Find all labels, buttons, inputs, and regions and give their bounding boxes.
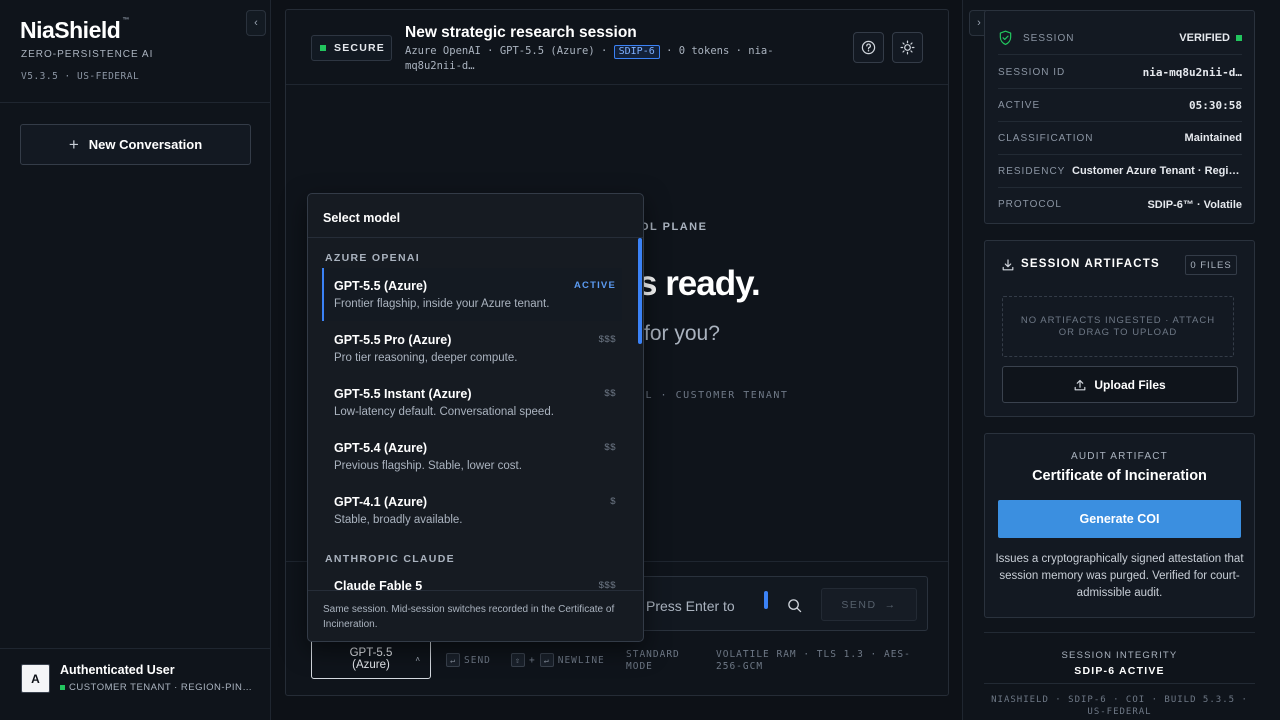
coi-description: Issues a cryptographically signed attest…	[995, 553, 1244, 599]
brand-logo: NiaShield ™	[20, 17, 129, 43]
download-icon	[1002, 259, 1014, 271]
cost-tier: $	[610, 496, 616, 507]
upload-dropzone[interactable]: NO ARTIFACTS INGESTED · ATTACH OR DRAG T…	[1002, 296, 1234, 357]
session-status-row: SESSION VERIFIED	[998, 22, 1242, 55]
help-circle-icon	[861, 40, 876, 55]
text-caret	[764, 591, 768, 609]
session-meta: Azure OpenAI · GPT-5.5 (Azure) · SDIP-6 …	[405, 45, 774, 72]
verified-status: VERIFIED	[1179, 32, 1230, 44]
group-label: ANTHROPIC CLAUDE	[325, 553, 455, 565]
mode-label: STANDARD MODE	[626, 649, 680, 672]
classification-row: CLASSIFICATION Maintained	[998, 122, 1242, 155]
divider	[308, 590, 643, 591]
enter-key-icon: ↵	[539, 653, 554, 667]
dropdown-title: Select model	[323, 211, 401, 225]
upload-files-button[interactable]: Upload Files	[1002, 366, 1238, 403]
chevron-up-icon: ˄	[415, 655, 420, 664]
model-option[interactable]: GPT-5.5 Instant (Azure) Low-latency defa…	[322, 376, 622, 429]
newline-shortcut-hint: ⇧ + ↵ NEWLINE	[511, 653, 605, 667]
version-label: V5.3.5 · US-FEDERAL	[21, 71, 140, 82]
plus-icon: +	[68, 134, 79, 154]
help-button[interactable]	[853, 32, 884, 63]
sidebar: NiaShield ™ ZERO-PERSISTENCE AI V5.3.5 · …	[0, 0, 271, 720]
new-conversation-button[interactable]: + New Conversation	[20, 124, 251, 165]
session-panel: › SESSION VERIFIED SESSION ID nia-mq8u2n…	[962, 0, 1280, 720]
search-icon[interactable]	[787, 598, 802, 613]
session-title: New strategic research session	[405, 24, 637, 41]
user-tenant: CUSTOMER TENANT · REGION-PIN…	[60, 682, 260, 693]
file-count-badge: 0 FILES	[1185, 255, 1237, 275]
generate-coi-button[interactable]: Generate COI	[998, 500, 1241, 538]
upload-icon	[1074, 379, 1086, 390]
divider	[984, 683, 1255, 684]
send-shortcut-hint: ↵ SEND	[446, 653, 491, 667]
avatar[interactable]: A	[21, 664, 50, 693]
cost-tier: $$$	[598, 334, 616, 345]
hero-footer: OL · CUSTOMER TENANT	[638, 390, 789, 401]
residency-row: RESIDENCY Customer Azure Tenant · Regio…	[998, 155, 1242, 188]
shift-key-icon: ⇧	[511, 653, 525, 667]
cost-tier: $$	[604, 388, 616, 399]
brand-tagline: ZERO-PERSISTENCE AI	[21, 49, 154, 60]
cost-tier: $$	[604, 442, 616, 453]
model-selector[interactable]: GPT-5.5 (Azure) ˄	[311, 639, 431, 679]
active-time-row: ACTIVE 05:30:58	[998, 89, 1242, 122]
protocol-tag: SDIP-6	[613, 45, 660, 59]
session-id-row: SESSION ID nia-mq8u2nii-d…	[998, 56, 1242, 89]
session-card: SESSION VERIFIED SESSION ID nia-mq8u2nii…	[984, 10, 1255, 224]
integrity-label: SESSION INTEGRITY	[1061, 650, 1178, 661]
status-dot-icon	[320, 45, 326, 51]
coi-title: Certificate of Incineration	[1032, 468, 1207, 484]
collapse-sidebar-button[interactable]: ‹	[246, 10, 266, 36]
artifacts-card: SESSION ARTIFACTS 0 FILES NO ARTIFACTS I…	[984, 240, 1255, 417]
model-option[interactable]: GPT-5.5 Pro (Azure) Pro tier reasoning, …	[322, 322, 622, 375]
protocol-row: PROTOCOL SDIP-6™ · Volatile	[998, 198, 1242, 211]
hero-subtitle: for you?	[644, 322, 720, 345]
group-label: AZURE OPENAI	[325, 252, 420, 264]
sun-icon	[900, 40, 915, 55]
coi-kicker: AUDIT ARTIFACT	[1070, 451, 1168, 462]
send-button[interactable]: SEND →	[821, 588, 917, 621]
status-dot-icon	[60, 684, 65, 690]
build-label: NIASHIELD · SDIP-6 · COI · BUILD 5.3.5 ·…	[991, 695, 1248, 717]
model-option[interactable]: GPT-4.1 (Azure) Stable, broadly availabl…	[322, 484, 622, 537]
artifacts-title: SESSION ARTIFACTS	[1021, 258, 1160, 270]
coi-card: AUDIT ARTIFACT Certificate of Incinerati…	[984, 433, 1255, 618]
enter-key-icon: ↵	[446, 653, 460, 667]
cost-tier: $$$	[598, 580, 616, 590]
scrollbar[interactable]	[638, 238, 642, 344]
hero-kicker: OL PLANE	[640, 221, 708, 233]
divider	[0, 102, 271, 103]
arrow-right-icon: →	[884, 598, 897, 611]
model-option[interactable]: GPT-5.5 (Azure) Frontier flagship, insid…	[322, 268, 622, 321]
model-dropdown: Select model AZURE OPENAI GPT-5.5 (Azure…	[307, 193, 644, 642]
model-option[interactable]: GPT-5.4 (Azure) Previous flagship. Stabl…	[322, 430, 622, 483]
theme-toggle-button[interactable]	[892, 32, 923, 63]
message-input[interactable]: Press Enter to	[646, 598, 735, 614]
divider	[286, 84, 948, 85]
shield-check-icon	[999, 30, 1012, 46]
divider	[0, 648, 271, 649]
encryption-label: VOLATILE RAM · TLS 1.3 · AES-256-GCM	[716, 649, 911, 672]
message-composer[interactable]: Press Enter to SEND →	[635, 576, 928, 631]
integrity-value: SDIP-6 ACTIVE	[1074, 665, 1165, 677]
dropdown-footer-note: Same session. Mid-session switches recor…	[323, 604, 615, 630]
user-name: Authenticated User	[60, 663, 175, 677]
model-list[interactable]: AZURE OPENAI GPT-5.5 (Azure) Frontier fl…	[308, 238, 643, 590]
hero-title: s ready.	[638, 264, 761, 303]
secure-badge: SECURE	[311, 35, 392, 61]
divider	[984, 632, 1255, 633]
model-option[interactable]: Claude Fable 5 $$$	[322, 568, 622, 590]
active-badge: ACTIVE	[573, 280, 616, 291]
status-dot-icon	[1236, 35, 1242, 42]
